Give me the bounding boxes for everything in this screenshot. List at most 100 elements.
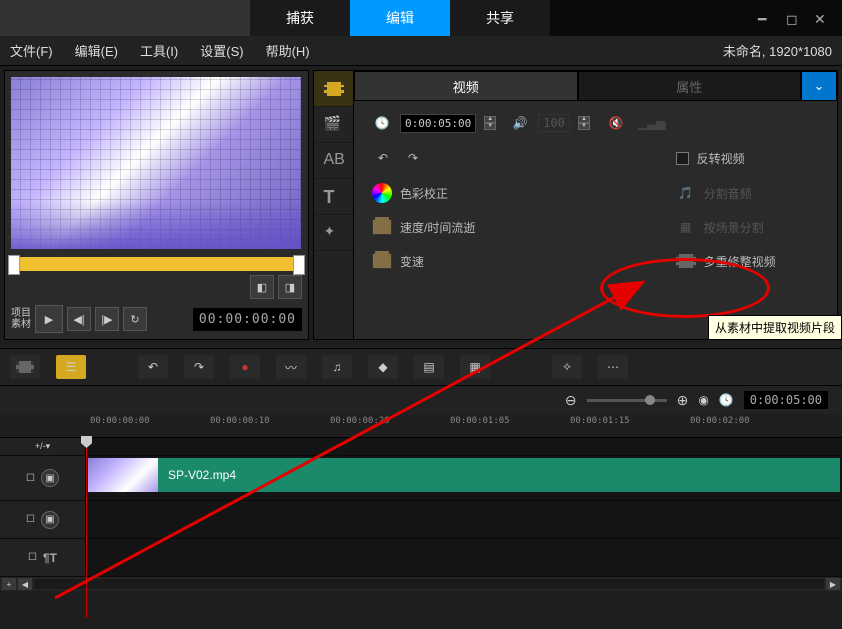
tab-edit[interactable]: 编辑 (350, 0, 450, 36)
color-wheel-icon (372, 183, 392, 203)
clock-icon: 🕓 (719, 393, 734, 407)
scrub-bar[interactable] (11, 257, 302, 271)
scroll-track[interactable] (34, 579, 824, 589)
video-track-head[interactable]: ☐ ▣ (0, 456, 86, 500)
properties-content: 🕓 0:00:05:00 ▲▼ 🔊 100 ▲▼ 🔇 ▁▃▅ ↶ ↷ 反转视频 (354, 101, 837, 283)
graphics-tool-icon[interactable]: ✦ (314, 215, 353, 251)
varispeed-row[interactable]: 变速 (372, 251, 666, 271)
audio-level-icon: ▁▃▅ (638, 116, 666, 130)
split-audio-row: 🎵 分割音频 (676, 183, 819, 203)
title-track-body[interactable] (86, 539, 842, 576)
rotate-right-icon[interactable]: ↷ (402, 147, 424, 169)
timeline-scrollbar[interactable]: + ◀ ▶ (0, 577, 842, 591)
clip-filename: SP-V02.mp4 (158, 468, 236, 482)
transitions-tool-icon[interactable]: AB (314, 143, 353, 179)
multi-trim-icon (676, 254, 696, 268)
scene-split-icon: ▦ (676, 217, 696, 237)
mark-in-icon[interactable]: ◧ (250, 275, 274, 299)
video-clip[interactable]: SP-V02.mp4 (88, 458, 840, 492)
mute-icon[interactable]: 🔇 (606, 113, 626, 133)
menu-help[interactable]: 帮助(H) (266, 41, 310, 60)
reverse-checkbox[interactable] (676, 152, 689, 165)
title-tool-icon[interactable]: T (314, 179, 353, 215)
fit-project-icon[interactable]: ◉ (698, 393, 708, 407)
preview-mode-labels: 项目 素材 (11, 308, 31, 330)
subtitle-button[interactable]: ⋯ (598, 355, 628, 379)
record-button[interactable]: ● (230, 355, 260, 379)
color-correction-row[interactable]: 色彩校正 (372, 183, 666, 203)
video-track-body[interactable]: SP-V02.mp4 (86, 456, 842, 500)
undo-button[interactable]: ↶ (138, 355, 168, 379)
overlay-track-body[interactable] (86, 501, 842, 538)
duration-field[interactable]: 0:00:05:00 (400, 114, 476, 133)
split-audio-icon: 🎵 (676, 183, 696, 203)
overlay-track-head[interactable]: ☐ ▣ (0, 501, 86, 538)
menu-tools[interactable]: 工具(I) (140, 41, 178, 60)
tab-capture[interactable]: 捕获 (250, 0, 350, 36)
preview-timecode[interactable]: 00:00:00:00 (193, 308, 302, 331)
title-bar: 捕获 编辑 共享 ━ ◻ ✕ (0, 0, 842, 36)
timeline-area: ☰ ↶ ↷ ● 〰 ♫ ◆ ▤ ▦ ✧ ⋯ ⊖ ⊕ ◉ 🕓 0:00:05:00… (0, 348, 842, 591)
zoom-slider[interactable] (587, 399, 667, 402)
storyboard-view-button[interactable] (10, 355, 40, 379)
menu-file[interactable]: 文件(F) (10, 41, 53, 60)
duration-spinner[interactable]: ▲▼ (484, 116, 496, 130)
motion-track-button[interactable]: ✧ (552, 355, 582, 379)
volume-spinner: ▲▼ (578, 116, 590, 130)
preview-toolbar: 项目 素材 ▶ ◀| |▶ ↻ 00:00:00:00 (11, 299, 302, 333)
multi-trim-label: 多重修整视频 (704, 253, 776, 270)
timeline-ruler[interactable]: 00:00:00:00 00:00:00:10 00:00:00:20 00:0… (0, 414, 842, 438)
playhead[interactable] (86, 438, 87, 618)
ruler-tick: 00:00:01:15 (570, 416, 630, 426)
mark-out-icon[interactable]: ◨ (278, 275, 302, 299)
zoom-out-icon[interactable]: ⊖ (565, 392, 577, 409)
next-frame-button[interactable]: |▶ (95, 307, 119, 331)
title-track-head[interactable]: ☐ ¶T (0, 539, 86, 576)
prev-frame-button[interactable]: ◀| (67, 307, 91, 331)
scroll-left-icon[interactable]: ◀ (18, 578, 32, 590)
media-tool-icon[interactable] (314, 71, 353, 107)
maximize-button[interactable]: ◻ (786, 11, 800, 25)
effects-tool-icon[interactable]: 🎬 (314, 107, 353, 143)
track-head-expander[interactable]: +/-▾ (0, 438, 86, 455)
app-logo-area (0, 0, 250, 36)
varispeed-label: 变速 (400, 253, 424, 270)
loop-button[interactable]: ↻ (123, 307, 147, 331)
multi-trim-row[interactable]: 多重修整视频 (676, 251, 819, 271)
play-button[interactable]: ▶ (35, 305, 63, 333)
scroll-right-icon[interactable]: ▶ (826, 578, 840, 590)
tab-share[interactable]: 共享 (450, 0, 550, 36)
tab-attributes[interactable]: 属性 (578, 71, 802, 101)
timeline-zoom-row: ⊖ ⊕ ◉ 🕓 0:00:05:00 (0, 386, 842, 414)
menu-settings[interactable]: 设置(S) (200, 41, 243, 60)
chapter-button[interactable]: ▦ (460, 355, 490, 379)
close-button[interactable]: ✕ (814, 11, 828, 25)
tab-video-props[interactable]: 视频 (354, 71, 578, 101)
video-track-1: ☐ ▣ SP-V02.mp4 (0, 456, 842, 501)
auto-music-button[interactable]: ♫ (322, 355, 352, 379)
speed-row[interactable]: 速度/时间流逝 (372, 217, 666, 237)
track-manager-button[interactable]: ▤ (414, 355, 444, 379)
collapse-panel-button[interactable]: ⌄ (801, 71, 837, 101)
audio-mixer-button[interactable]: 〰 (276, 355, 306, 379)
preview-viewport[interactable] (11, 77, 301, 249)
scene-split-label: 按场景分割 (704, 219, 764, 236)
timeline-view-button[interactable]: ☰ (56, 355, 86, 379)
top-tabs: 捕获 编辑 共享 (250, 0, 550, 36)
duration-row: 🕓 0:00:05:00 ▲▼ 🔊 100 ▲▼ 🔇 ▁▃▅ (372, 113, 666, 133)
zoom-timecode: 0:00:05:00 (744, 391, 828, 409)
menu-edit[interactable]: 编辑(E) (75, 41, 118, 60)
chevron-down-icon: ⌄ (814, 78, 825, 94)
minimize-button[interactable]: ━ (758, 11, 772, 25)
rotate-left-icon[interactable]: ↶ (372, 147, 394, 169)
properties-body: 视频 属性 ⌄ 🕓 0:00:05:00 ▲▼ 🔊 100 ▲▼ 🔇 ▁▃▅ ↶ (354, 71, 837, 339)
redo-button[interactable]: ↷ (184, 355, 214, 379)
window-controls: ━ ◻ ✕ (758, 11, 842, 25)
split-audio-label: 分割音频 (704, 185, 752, 202)
zoom-in-icon[interactable]: ⊕ (677, 392, 689, 409)
scroll-add-icon[interactable]: + (2, 578, 16, 590)
ruler-tick: 00:00:00:00 (90, 416, 150, 426)
speaker-icon[interactable]: 🔊 (510, 113, 530, 133)
marker-button[interactable]: ◆ (368, 355, 398, 379)
video-track-icon: ▣ (41, 469, 59, 487)
